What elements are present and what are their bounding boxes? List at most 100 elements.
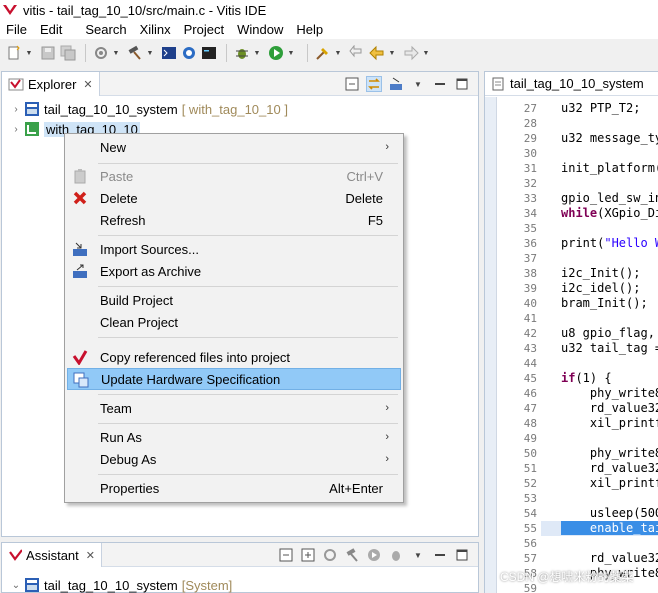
menu-item-paste[interactable]: Paste Ctrl+V <box>67 165 401 187</box>
line-number: 27 <box>523 102 537 115</box>
menu-bar: File Edit Search Xilinx Project Window H… <box>0 20 658 39</box>
menu-project[interactable]: Project <box>178 22 231 37</box>
menu-item-export-archive[interactable]: Export as Archive <box>67 260 401 282</box>
line-number: 48 <box>523 417 537 430</box>
chevron-down-icon[interactable]: ⌄ <box>8 580 24 591</box>
settings-icon[interactable] <box>322 547 338 563</box>
line-number: 51 <box>523 462 537 475</box>
collapse-all-icon[interactable] <box>278 547 294 563</box>
save-all-icon[interactable] <box>59 44 77 62</box>
expand-all-icon[interactable] <box>300 547 316 563</box>
back-arrow-icon[interactable] <box>368 44 386 62</box>
debug-bug-icon[interactable] <box>233 44 251 62</box>
minimize-icon[interactable] <box>432 547 448 563</box>
menu-window[interactable]: Window <box>231 22 290 37</box>
build-hammer-icon[interactable] <box>126 44 144 62</box>
chevron-right-icon[interactable]: › <box>8 104 24 115</box>
build-hammer-icon[interactable] <box>344 547 360 563</box>
view-menu-icon[interactable]: ▼ <box>410 76 426 92</box>
tree-item-suffix: [ with_tag_10_10 ] <box>181 101 288 117</box>
code-area[interactable]: u32 PTP_T2; u32 message_ty init_platform(g… <box>541 97 658 593</box>
menu-xilinx[interactable]: Xilinx <box>134 22 178 37</box>
vitis-check-icon <box>71 348 89 366</box>
back-dropdown-icon[interactable]: ▼ <box>388 44 396 62</box>
forward-arrow-icon[interactable] <box>402 44 420 62</box>
code-line: print("Hello W <box>561 236 658 250</box>
forward-dropdown-icon[interactable]: ▼ <box>422 44 430 62</box>
menu-item-import-sources[interactable]: Import Sources... <box>67 238 401 260</box>
program-device-icon[interactable] <box>180 44 198 62</box>
menu-item-new[interactable]: New › <box>67 136 401 158</box>
run-dropdown-icon[interactable]: ▼ <box>287 44 295 62</box>
view-menu-icon[interactable]: ▼ <box>410 547 426 563</box>
menu-help[interactable]: Help <box>290 22 330 37</box>
title-bar: vitis - tail_tag_10_10/src/main.c - Viti… <box>0 0 658 20</box>
tab-editor-file[interactable]: tail_tag_10_10_system <box>485 72 658 96</box>
line-number: 53 <box>523 492 537 505</box>
assistant-tree-item-system[interactable]: ⌄ tail_tag_10_10_system [System] <box>8 575 232 593</box>
menu-item-refresh[interactable]: Refresh F5 <box>67 209 401 231</box>
menu-item-team[interactable]: Team › <box>67 397 401 419</box>
tree-item-system[interactable]: › tail_tag_10_10_system [ with_tag_10_10… <box>8 99 288 119</box>
run-icon[interactable] <box>267 44 285 62</box>
last-edit-location-icon[interactable] <box>348 44 366 62</box>
code-line: u32 message_ty <box>561 131 658 145</box>
application-project-icon <box>25 122 39 136</box>
external-tools-icon[interactable] <box>314 44 332 62</box>
system-project-icon <box>25 578 39 592</box>
xsct-console-icon[interactable] <box>200 44 218 62</box>
code-line: rd_value32 <box>561 551 658 565</box>
line-number: 32 <box>523 177 537 190</box>
maximize-icon[interactable] <box>454 76 470 92</box>
debug-bug-icon[interactable] <box>388 547 404 563</box>
line-number: 41 <box>523 312 537 325</box>
minimize-icon[interactable] <box>432 76 448 92</box>
line-number: 52 <box>523 477 537 490</box>
line-number: 37 <box>523 252 537 265</box>
debug-dropdown-icon[interactable]: ▼ <box>253 44 261 62</box>
line-number: 55 <box>523 522 537 535</box>
editor-gutter <box>485 97 497 593</box>
menu-item-run-as[interactable]: Run As › <box>67 426 401 448</box>
menu-item-delete[interactable]: Delete Delete <box>67 187 401 209</box>
menu-item-debug-as[interactable]: Debug As › <box>67 448 401 470</box>
menu-item-copy-referenced-files[interactable]: Copy referenced files into project <box>67 346 401 368</box>
menu-item-update-hardware-spec[interactable]: Update Hardware Specification <box>67 368 401 390</box>
tab-explorer[interactable]: Explorer ✕ <box>2 72 100 96</box>
import-icon[interactable] <box>388 76 404 92</box>
assistant-icon <box>9 549 23 561</box>
new-dropdown-icon[interactable]: ▼ <box>25 44 33 62</box>
chevron-right-icon[interactable]: › <box>8 124 24 135</box>
chevron-right-icon: › <box>385 453 389 465</box>
code-line: rd_value32 <box>561 461 658 475</box>
menu-item-properties[interactable]: Properties Alt+Enter <box>67 477 401 499</box>
menu-item-build-project[interactable]: Build Project <box>67 289 401 311</box>
tab-assistant[interactable]: Assistant ✕ <box>2 543 102 567</box>
main-toolbar: ▼ ▼ ▼ ▼ ▼ ▼ ▼ ▼ <box>0 40 658 66</box>
context-menu: New › Paste Ctrl+V Delete Delete Refresh F5 … <box>64 133 404 503</box>
maximize-icon[interactable] <box>454 547 470 563</box>
line-numbers: 27 28 29 30 31 32 33 34 35 36 37 38 39 40 41 42 43 44 45 46… <box>497 97 541 593</box>
build-dropdown-icon[interactable]: ▼ <box>146 44 154 62</box>
external-tools-dropdown-icon[interactable]: ▼ <box>334 44 342 62</box>
close-icon[interactable]: ✕ <box>83 78 92 91</box>
run-icon[interactable] <box>366 547 382 563</box>
code-line: phy_write8 <box>561 446 658 460</box>
settings-dropdown-icon[interactable]: ▼ <box>112 44 120 62</box>
terminal-icon[interactable] <box>160 44 178 62</box>
settings-icon[interactable] <box>92 44 110 62</box>
menu-file[interactable]: File <box>0 22 34 37</box>
close-icon[interactable]: ✕ <box>86 549 95 562</box>
menu-edit[interactable]: Edit <box>34 22 69 37</box>
assistant-panel: Assistant ✕ ▼ ⌄ tail_tag_10_10_system [S… <box>1 542 479 593</box>
code-line: enable_tai <box>561 521 658 536</box>
menu-search[interactable]: Search <box>79 22 133 37</box>
new-icon[interactable] <box>5 44 23 62</box>
link-with-editor-icon[interactable] <box>366 76 382 92</box>
line-number: 42 <box>523 327 537 340</box>
collapse-all-icon[interactable] <box>344 76 360 92</box>
system-project-icon <box>25 102 39 116</box>
file-icon <box>492 77 504 90</box>
menu-item-clean-project[interactable]: Clean Project <box>67 311 401 333</box>
save-icon[interactable] <box>39 44 57 62</box>
